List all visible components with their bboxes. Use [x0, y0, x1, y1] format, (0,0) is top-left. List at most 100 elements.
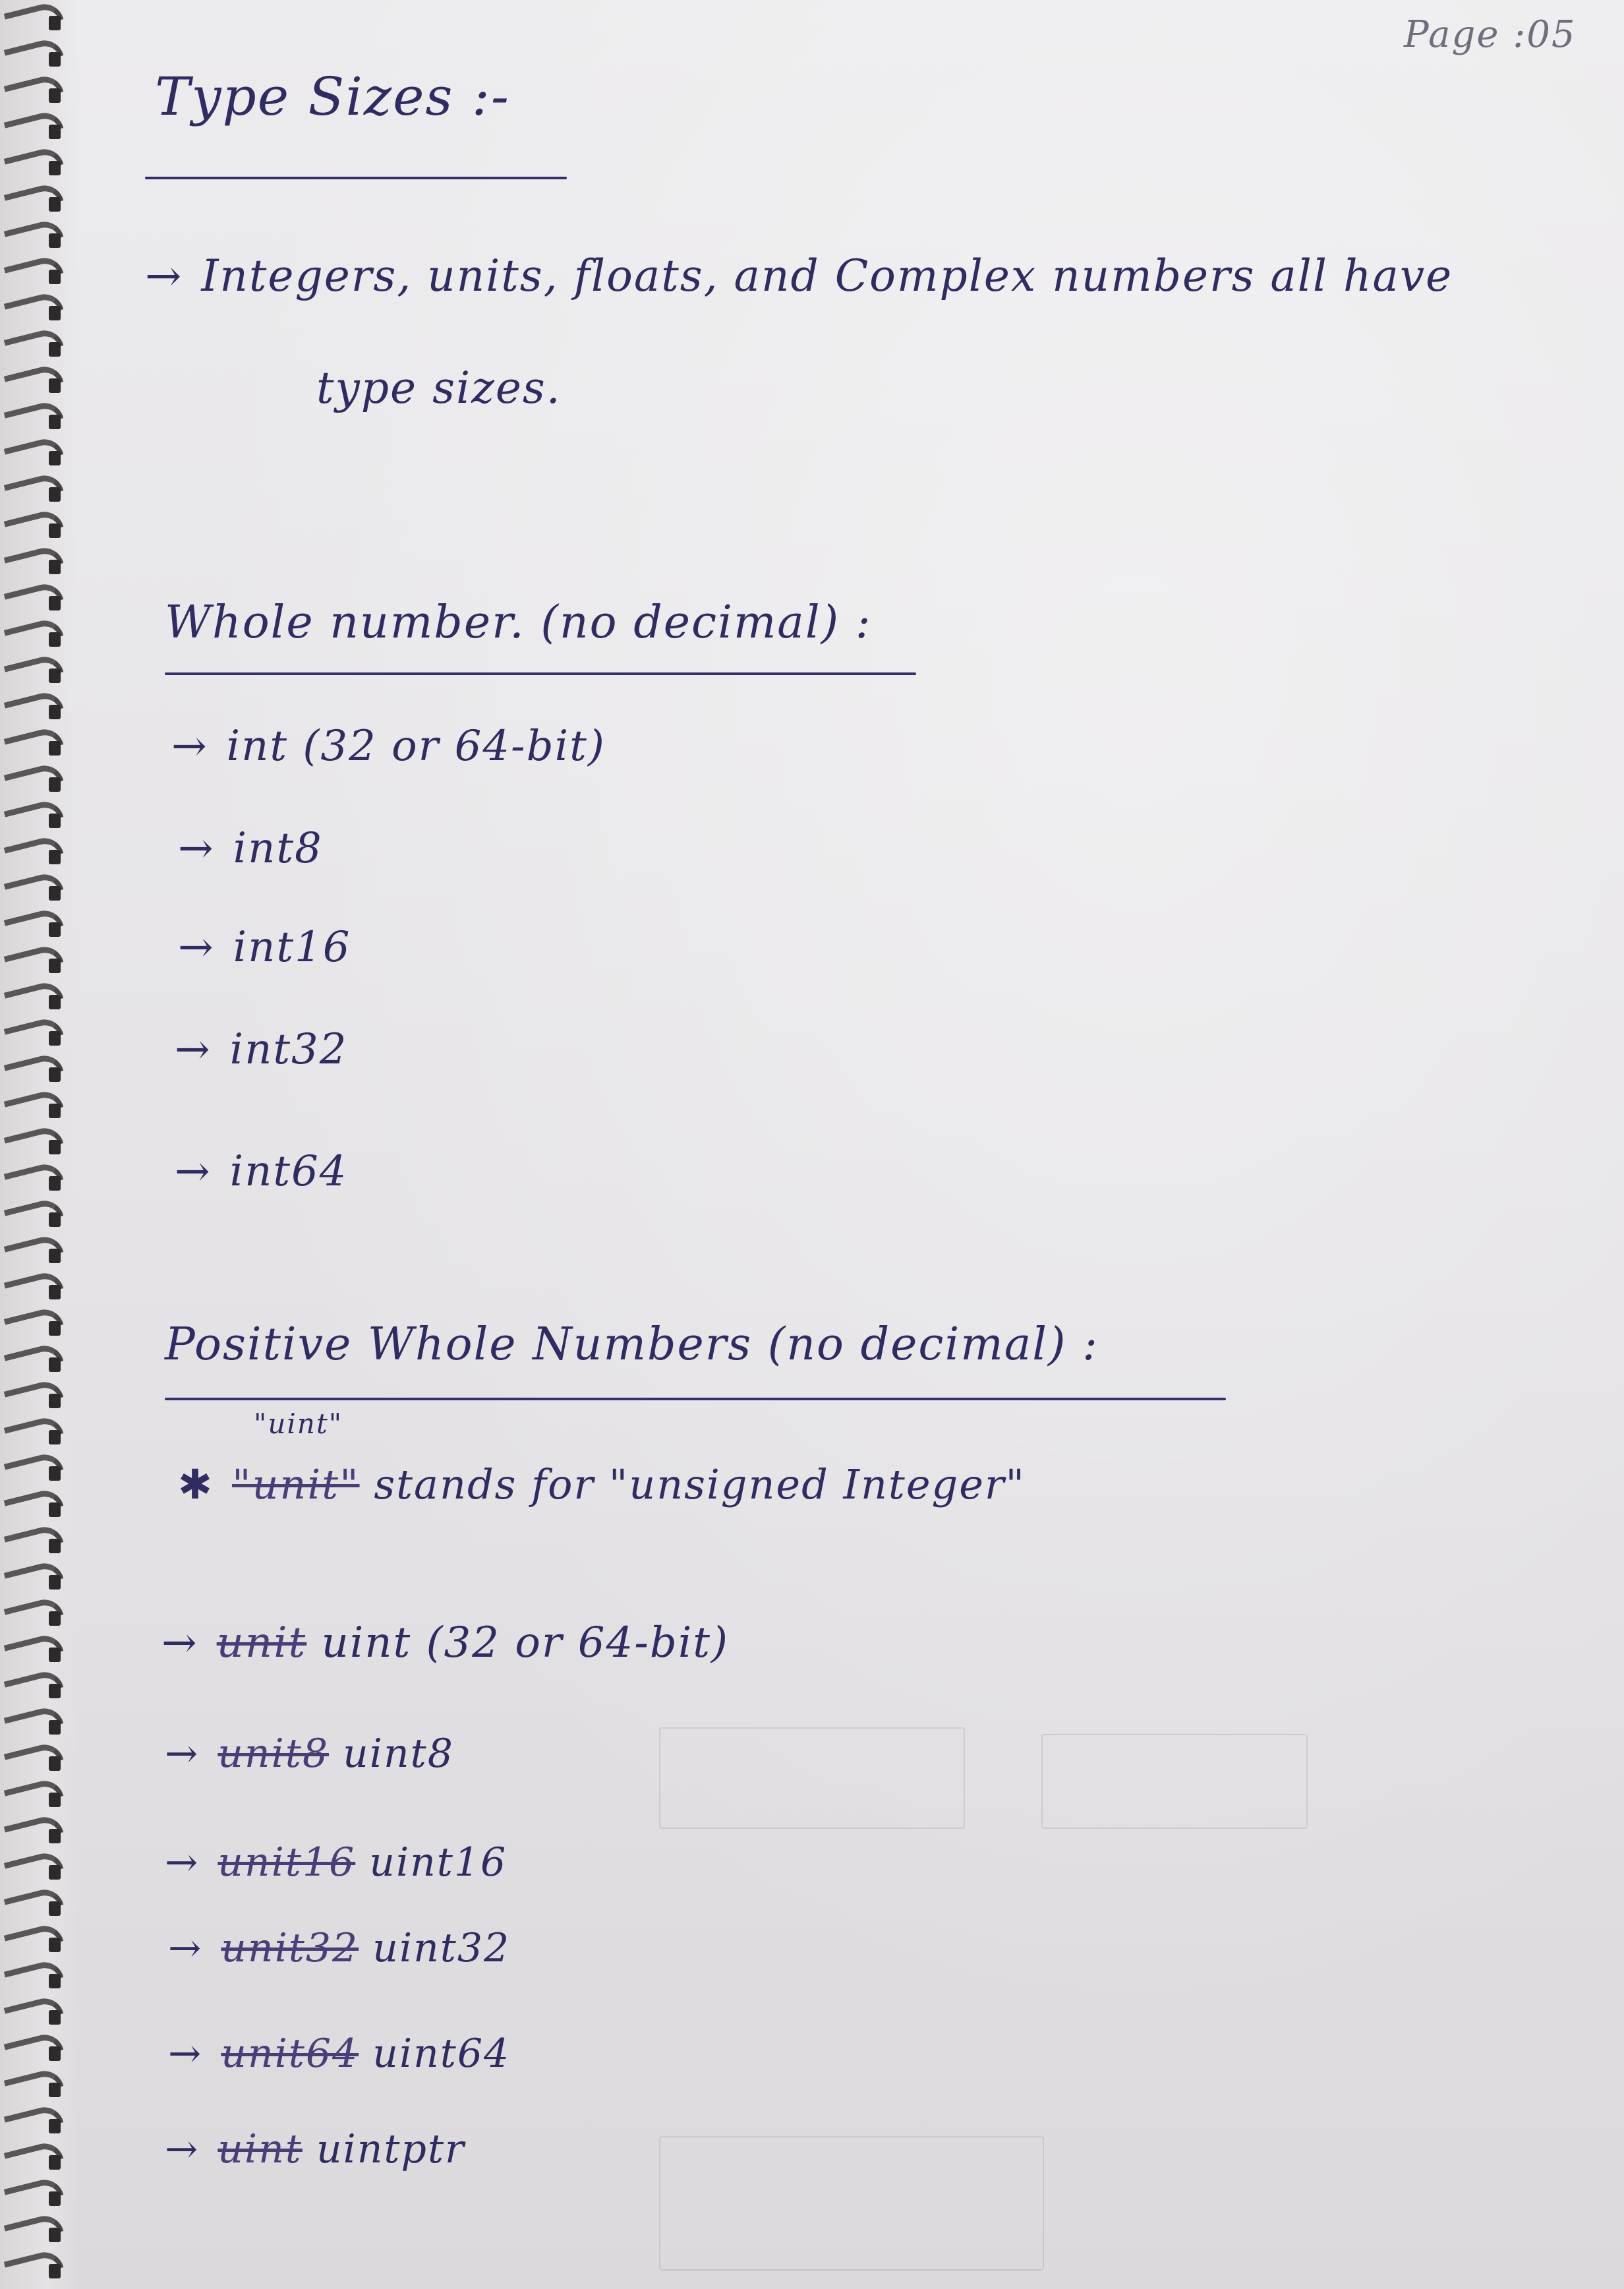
bleed-through-box — [659, 1727, 965, 1829]
arrow-icon: → — [178, 923, 215, 972]
binding-hole — [49, 850, 61, 864]
binding-hole — [49, 2191, 61, 2206]
whole-item: → int16 — [178, 923, 351, 972]
whole-item: → int8 — [178, 824, 323, 873]
arrow-icon: → — [175, 1147, 212, 1196]
intro-line-2: type sizes. — [316, 363, 562, 413]
binding-hole — [49, 2228, 61, 2242]
uint-item: → unit8 uint8 — [165, 1731, 454, 1777]
binding-hole — [49, 2155, 61, 2170]
binding-hole — [49, 1539, 61, 1553]
struck-word: unit — [216, 1619, 307, 1667]
binding-hole — [49, 1321, 61, 1336]
binding-hole — [49, 1938, 61, 1952]
binding-hole — [49, 1901, 61, 1916]
binding-hole — [49, 306, 61, 320]
uint-definition-text: stands for "unsigned Integer" — [374, 1460, 1026, 1508]
star-icon: ✱ — [178, 1460, 214, 1508]
intro-line-1: → Integers, units, floats, and Complex nu… — [145, 251, 1453, 301]
binding-hole — [49, 1793, 61, 1807]
binding-hole — [49, 1249, 61, 1263]
uint-item: → unit uint (32 or 64-bit) — [161, 1619, 729, 1667]
binding-hole — [49, 1031, 61, 1046]
binding-hole — [49, 270, 61, 284]
arrow-icon: → — [165, 1839, 200, 1886]
binding-hole — [49, 1104, 61, 1118]
binding-hole — [49, 1466, 61, 1481]
page-number: Page :05 — [1404, 13, 1577, 56]
binding-hole — [49, 1212, 61, 1227]
binding-hole — [49, 1611, 61, 1626]
binding-hole — [49, 1430, 61, 1444]
struck-word: unit8 — [218, 1731, 330, 1777]
bleed-through-box — [1041, 1734, 1308, 1829]
notebook-page: Page :05 Type Sizes :- → Integers, units,… — [0, 0, 1624, 2289]
positive-heading-underline — [165, 1398, 1226, 1400]
uint-item-text: uint32 — [372, 1925, 511, 1971]
whole-heading: Whole number. (no decimal) : — [165, 597, 872, 649]
positive-heading: Positive Whole Numbers (no decimal) : — [165, 1319, 1099, 1371]
whole-heading-underline — [165, 672, 916, 675]
page-title: Type Sizes :- — [155, 66, 510, 127]
binding-hole — [49, 197, 61, 212]
binding-hole — [49, 342, 61, 357]
arrow-icon: → — [161, 1619, 198, 1667]
binding-hole — [49, 2119, 61, 2133]
uint-item-text: uint64 — [372, 2031, 511, 2077]
uint-item: → unit64 uint64 — [168, 2031, 510, 2077]
struck-word: unit16 — [218, 1839, 356, 1886]
uint-item-text: uint16 — [369, 1839, 508, 1886]
binding-hole — [49, 741, 61, 756]
binding-hole — [49, 1176, 61, 1191]
binding-hole — [49, 2264, 61, 2278]
binding-hole — [49, 88, 61, 103]
arrow-icon: → — [165, 2126, 200, 2172]
arrow-icon: → — [175, 1025, 212, 1074]
binding-hole — [49, 705, 61, 719]
arrow-icon: → — [165, 1731, 200, 1777]
binding-hole — [49, 1140, 61, 1154]
struck-word: uint — [218, 2126, 303, 2172]
binding-hole — [49, 1067, 61, 1082]
arrow-icon: → — [145, 251, 183, 301]
whole-item-text: int8 — [233, 824, 323, 873]
uint-item-text: uintptr — [316, 2126, 465, 2172]
title-underline — [145, 177, 567, 179]
binding-hole — [49, 1394, 61, 1408]
bleed-through-box — [659, 2136, 1044, 2271]
binding-hole — [49, 487, 61, 502]
uint-item-text: uint (32 or 64-bit) — [321, 1619, 729, 1667]
struck-word: unit32 — [221, 1925, 359, 1971]
whole-item-text: int16 — [233, 923, 351, 972]
binding-hole — [49, 922, 61, 937]
binding-hole — [49, 886, 61, 901]
arrow-icon: → — [168, 2031, 203, 2077]
binding-hole — [49, 959, 61, 973]
binding-hole — [49, 125, 61, 139]
uint-definition: ✱ "unit" stands for "unsigned Integer" — [178, 1460, 1026, 1508]
binding-hole — [49, 2083, 61, 2097]
binding-hole — [49, 1865, 61, 1880]
binding-hole — [49, 523, 61, 538]
whole-item: → int32 — [175, 1025, 347, 1074]
arrow-icon: → — [178, 824, 215, 873]
arrow-icon: → — [171, 722, 208, 771]
binding-hole — [49, 1575, 61, 1590]
binding-hole — [49, 1285, 61, 1299]
binding-hole — [49, 1829, 61, 1843]
binding-hole — [49, 451, 61, 465]
intro-text-1: Integers, units, floats, and Complex num… — [201, 251, 1453, 301]
binding-hole — [49, 2010, 61, 2025]
whole-item: → int64 — [175, 1147, 347, 1196]
whole-item-text: int64 — [229, 1147, 348, 1196]
binding-hole — [49, 1684, 61, 1698]
uint-insert-note: "uint" — [254, 1408, 343, 1440]
uint-item: → unit32 uint32 — [168, 1925, 510, 1971]
binding-hole — [49, 16, 61, 30]
arrow-icon: → — [168, 1925, 203, 1971]
uint-item-text: uint8 — [343, 1731, 454, 1777]
binding-hole — [49, 632, 61, 647]
uint-item: → uint uintptr — [165, 2126, 465, 2172]
binding-hole — [49, 161, 61, 175]
whole-item-text: int (32 or 64-bit) — [226, 722, 606, 771]
